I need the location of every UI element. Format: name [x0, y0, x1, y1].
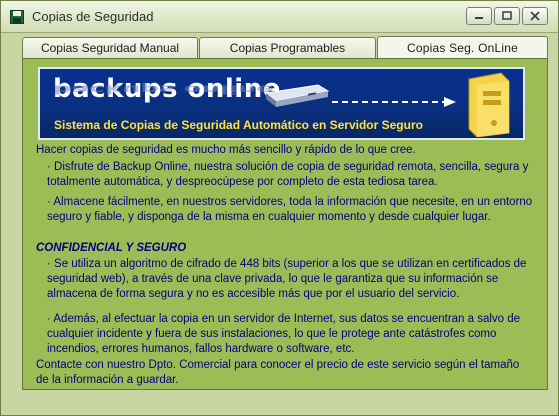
- bullet-cifrado: · Se utiliza un algoritmo de cifrado de …: [47, 258, 527, 300]
- banner-logo-reflection: backups online: [53, 82, 274, 97]
- close-button[interactable]: [522, 7, 548, 25]
- floppy-disk-icon: [10, 10, 24, 24]
- bullet-backup-online: · Disfrute de Backup Online, nuestra sol…: [47, 161, 529, 188]
- backups-online-banner: backups online backups online Sistema de…: [38, 67, 525, 140]
- contact-text: Contacte con nuestro Dpto. Comercial par…: [36, 359, 520, 386]
- arrow-icon: [332, 97, 456, 107]
- minimize-button[interactable]: [466, 7, 492, 25]
- banner-subtitle: Sistema de Copias de Seguridad Automátic…: [54, 118, 423, 132]
- storage-disk-icon: [468, 72, 510, 137]
- backup-window: Copias de Seguridad Copias Seguridad Man…: [0, 0, 559, 416]
- tab-bar: Copias Seguridad Manual Copias Programab…: [22, 36, 548, 59]
- maximize-button[interactable]: [494, 7, 520, 25]
- confidential-heading: CONFIDENCIAL Y SEGURO: [36, 242, 187, 254]
- window-title: Copias de Seguridad: [32, 9, 154, 24]
- tab-copias-programables[interactable]: Copias Programables: [199, 37, 376, 58]
- title-bar[interactable]: Copias de Seguridad: [1, 1, 558, 33]
- intro-text: Hacer copias de seguridad es mucho más s…: [36, 144, 416, 156]
- tab-copias-online[interactable]: Copias Seg. OnLine: [377, 36, 548, 59]
- tab-copias-manual[interactable]: Copias Seguridad Manual: [22, 37, 198, 58]
- server-icon: [264, 84, 330, 107]
- bullet-servidor-internet: · Además, al efectuar la copia en un ser…: [47, 313, 521, 355]
- maximize-icon: [502, 11, 512, 20]
- online-backup-panel: backups online backups online Sistema de…: [22, 58, 548, 390]
- bullet-almacene: · Almacene fácilmente, en nuestros servi…: [47, 196, 533, 223]
- minimize-icon: [475, 17, 483, 19]
- close-icon: [530, 11, 540, 21]
